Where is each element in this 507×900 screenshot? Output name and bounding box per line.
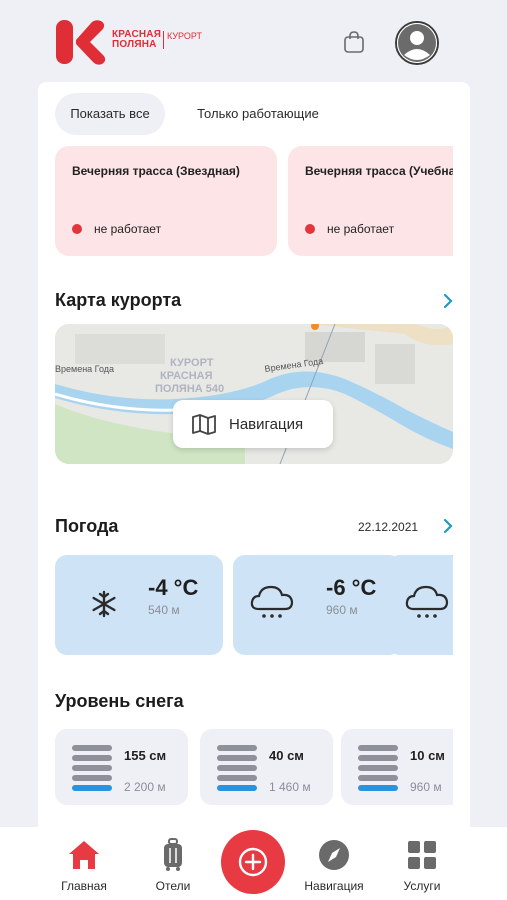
logo-suffix: КУРОРТ — [163, 31, 202, 49]
filter-only-working[interactable]: Только работающие — [183, 93, 333, 135]
grid-icon — [408, 841, 436, 869]
weather-altitude: 540 м — [148, 603, 180, 617]
snow-level-carousel[interactable]: 155 см 2 200 м 40 см 1 460 м 10 см 960 м — [55, 729, 453, 805]
weather-section-title: Погода — [55, 516, 119, 536]
snow-depth: 155 см — [124, 748, 167, 763]
brand-logo[interactable]: КРАСНАЯ ПОЛЯНА КУРОРТ — [54, 19, 214, 65]
svg-text:Времена Года: Времена Года — [55, 364, 114, 374]
snow-altitude: 960 м — [410, 780, 442, 794]
snow-depth: 10 см — [410, 748, 445, 763]
snow-cloud-icon — [250, 585, 294, 618]
chevron-right-icon[interactable] — [442, 293, 454, 309]
map-navigation-label: Навигация — [229, 415, 304, 433]
snow-level-card[interactable]: 10 см 960 м — [341, 729, 453, 805]
status-dot-icon — [305, 224, 315, 234]
snow-altitude: 2 200 м — [124, 780, 166, 794]
shopping-bag-icon[interactable] — [343, 30, 365, 54]
plus-circle-icon — [238, 847, 268, 877]
snow-depth: 40 см — [269, 748, 304, 763]
snow-level-icon — [217, 745, 257, 791]
snow-level-card[interactable]: 155 см 2 200 м — [55, 729, 188, 805]
trail-name: Вечерняя трасса (Учебная) — [305, 164, 453, 178]
snow-level-card[interactable]: 40 см 1 460 м — [200, 729, 333, 805]
trail-card[interactable]: Вечерняя трасса (Учебная) не работает — [288, 146, 453, 256]
main-content: Показать все Только работающие Вечерняя … — [38, 82, 470, 827]
bottom-tab-bar: Главная Отели Навигация Услуги — [0, 827, 507, 900]
trail-status: не работает — [305, 222, 394, 236]
user-avatar-icon — [397, 23, 437, 63]
tab-navigation[interactable]: Навигация — [289, 837, 379, 893]
weather-card[interactable]: -4 °C 540 м — [55, 555, 223, 655]
filter-show-all[interactable]: Показать все — [55, 93, 165, 135]
weather-altitude: 960 м — [326, 603, 358, 617]
profile-avatar-button[interactable] — [395, 21, 439, 65]
snow-level-icon — [72, 745, 112, 791]
weather-card[interactable] — [388, 555, 453, 655]
trail-card[interactable]: Вечерняя трасса (Звездная) не работает — [55, 146, 277, 256]
weather-carousel[interactable]: -4 °C 540 м -6 °C 960 м — [55, 555, 453, 655]
weather-card[interactable]: -6 °C 960 м — [233, 555, 401, 655]
chevron-right-icon[interactable] — [442, 518, 454, 534]
map-section-title: Карта курорта — [55, 290, 182, 310]
tab-hotels-label: Отели — [155, 879, 191, 893]
app-header: КРАСНАЯ ПОЛЯНА КУРОРТ — [0, 0, 507, 82]
trail-status: не работает — [72, 222, 161, 236]
weather-temp: -4 °C — [148, 575, 199, 600]
logo-text: КРАСНАЯ ПОЛЯНА — [112, 29, 162, 50]
map-navigation-button[interactable]: Навигация — [173, 400, 333, 448]
tab-home[interactable]: Главная — [39, 837, 129, 893]
tab-hotels[interactable]: Отели — [128, 837, 218, 893]
trails-carousel[interactable]: Вечерняя трасса (Звездная) не работает В… — [55, 146, 453, 256]
weather-temp: -6 °C — [326, 575, 377, 600]
svg-text:КРАСНАЯ: КРАСНАЯ — [160, 370, 213, 382]
status-dot-icon — [72, 224, 82, 234]
add-button[interactable] — [221, 830, 285, 894]
tab-services-label: Услуги — [403, 879, 441, 893]
snow-level-icon — [358, 745, 398, 791]
tab-navigation-label: Навигация — [304, 879, 364, 893]
suitcase-icon — [164, 838, 182, 871]
snow-cloud-icon — [405, 585, 449, 618]
home-icon — [69, 841, 99, 869]
snow-altitude: 1 460 м — [269, 780, 311, 794]
weather-date: 22.12.2021 — [358, 520, 419, 534]
resort-map[interactable]: КУРОРТ КРАСНАЯ ПОЛЯНА 540 Времена Года В… — [55, 324, 453, 464]
logo-k-mark — [56, 20, 106, 65]
svg-text:ПОЛЯНА 540: ПОЛЯНА 540 — [155, 383, 224, 395]
map-icon — [192, 414, 216, 435]
snowflake-icon — [92, 590, 116, 618]
tab-services[interactable]: Услуги — [377, 837, 467, 893]
compass-icon — [319, 840, 349, 870]
snow-section-title: Уровень снега — [55, 691, 184, 711]
trail-name: Вечерняя трасса (Звездная) — [72, 164, 240, 178]
svg-text:КУРОРТ: КУРОРТ — [170, 357, 214, 369]
tab-home-label: Главная — [61, 879, 107, 893]
